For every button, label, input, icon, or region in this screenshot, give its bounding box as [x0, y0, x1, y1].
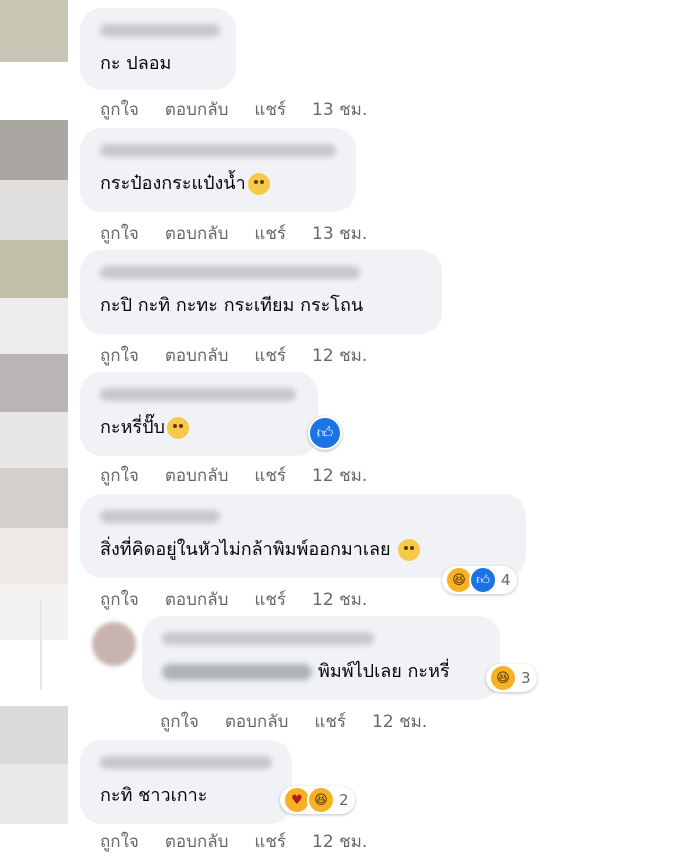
- avatar[interactable]: [0, 584, 68, 640]
- reply-link[interactable]: ตอบกลับ: [165, 346, 229, 366]
- reply-actions: ถูกใจ ตอบกลับ แชร์ 12 ชม.: [160, 708, 427, 735]
- avatar[interactable]: [0, 528, 68, 584]
- reply-link[interactable]: ตอบกลับ: [165, 590, 229, 610]
- comment-actions: ถูกใจ ตอบกลับ แชร์ 12 ชม.: [100, 342, 367, 369]
- avatar[interactable]: [0, 0, 68, 62]
- haha-icon: 😆︎: [307, 786, 335, 814]
- avatar[interactable]: [0, 412, 68, 468]
- reply-link[interactable]: ตอบกลับ: [165, 466, 229, 486]
- comment-actions: ถูกใจ ตอบกลับ แชร์ 13 ชม.: [100, 220, 367, 247]
- comment-bubble: กะ ปลอม: [80, 8, 236, 90]
- share-link[interactable]: แชร์: [254, 100, 286, 120]
- like-reaction-badge[interactable]: 👍︎: [308, 416, 342, 450]
- comment-text-content: กะหรี่ปั๊บ: [100, 417, 165, 438]
- comment-actions: ถูกใจ ตอบกลับ แชร์ 12 ชม.: [100, 828, 367, 855]
- share-link[interactable]: แชร์: [254, 466, 286, 486]
- comment-text: กะทิ ชาวเกาะ: [100, 785, 208, 806]
- comment-bubble: กะทิ ชาวเกาะ: [80, 740, 292, 824]
- avatar[interactable]: [92, 622, 136, 666]
- timestamp[interactable]: 12 ชม.: [312, 346, 367, 366]
- reply-link[interactable]: ตอบกลับ: [165, 100, 229, 120]
- comment-text: กะปิ กะทิ กะทะ กระเทียม กระโถน: [100, 295, 364, 316]
- tired-face-emoji: [247, 173, 270, 195]
- comment-bubble: กระป๋องกระแป๋งน้ำ: [80, 128, 356, 212]
- reaction-summary[interactable]: ♥︎ 😆︎ 2: [280, 786, 355, 814]
- commenter-name[interactable]: [100, 144, 336, 157]
- share-link[interactable]: แชร์: [254, 832, 286, 852]
- like-link[interactable]: ถูกใจ: [100, 590, 139, 610]
- haha-icon: 😆︎: [489, 664, 517, 692]
- commenter-name[interactable]: [162, 632, 374, 645]
- reply-bubble: พิมพ์ไปเลย กะหรี่: [142, 616, 500, 700]
- reaction-summary[interactable]: 😆︎ 3: [486, 664, 537, 692]
- commenter-name[interactable]: [100, 266, 360, 279]
- share-link[interactable]: แชร์: [254, 224, 286, 244]
- reaction-summary[interactable]: 😆︎ 👍︎ 4: [442, 566, 517, 594]
- comment-text: กะหรี่ปั๊บ: [100, 412, 189, 441]
- commenter-name[interactable]: [100, 388, 296, 401]
- reply-link[interactable]: ตอบกลับ: [225, 712, 289, 732]
- reaction-count: 3: [521, 669, 531, 687]
- comment-actions: ถูกใจ ตอบกลับ แชร์ 12 ชม.: [100, 586, 367, 613]
- comment-text-content: กระป๋องกระแป๋งน้ำ: [100, 173, 246, 194]
- commenter-name[interactable]: [100, 756, 272, 769]
- avatar[interactable]: [0, 298, 68, 354]
- comment-bubble: กะปิ กะทิ กะทะ กระเทียม กระโถน: [80, 250, 442, 334]
- rolling-laugh-emoji: [166, 417, 189, 439]
- comment-text: พิมพ์ไปเลย กะหรี่: [162, 656, 450, 685]
- timestamp[interactable]: 12 ชม.: [312, 832, 367, 852]
- commenter-name[interactable]: [100, 24, 220, 37]
- timestamp[interactable]: 13 ชม.: [312, 224, 367, 244]
- comment-text: สิ่งที่คิดอยู่ในหัวไม่กล้าพิมพ์ออกมาเลย: [100, 534, 421, 563]
- comment-actions: ถูกใจ ตอบกลับ แชร์ 13 ชม.: [100, 96, 367, 123]
- share-link[interactable]: แชร์: [314, 712, 346, 732]
- comment-bubble: กะหรี่ปั๊บ: [80, 372, 318, 456]
- timestamp[interactable]: 12 ชม.: [312, 590, 367, 610]
- reaction-count: 4: [501, 571, 511, 589]
- reply-link[interactable]: ตอบกลับ: [165, 832, 229, 852]
- timestamp[interactable]: 12 ชม.: [312, 466, 367, 486]
- commenter-name[interactable]: [100, 510, 220, 523]
- avatar[interactable]: [0, 180, 68, 240]
- like-link[interactable]: ถูกใจ: [100, 100, 139, 120]
- timestamp[interactable]: 12 ชม.: [372, 712, 427, 732]
- comment-text: กระป๋องกระแป๋งน้ำ: [100, 168, 270, 197]
- avatar[interactable]: [0, 120, 68, 180]
- mention-tag[interactable]: [162, 664, 312, 680]
- like-link[interactable]: ถูกใจ: [100, 832, 139, 852]
- comment-text-content: พิมพ์ไปเลย กะหรี่: [318, 661, 450, 682]
- like-link[interactable]: ถูกใจ: [160, 712, 199, 732]
- avatar[interactable]: [0, 764, 68, 824]
- avatar[interactable]: [0, 240, 68, 298]
- comment-text: กะ ปลอม: [100, 53, 172, 74]
- comment-actions: ถูกใจ ตอบกลับ แชร์ 12 ชม.: [100, 462, 367, 489]
- share-link[interactable]: แชร์: [254, 590, 286, 610]
- avatar[interactable]: [0, 706, 68, 764]
- thumbs-up-icon: 👍︎: [316, 423, 334, 442]
- like-link[interactable]: ถูกใจ: [100, 466, 139, 486]
- share-link[interactable]: แชร์: [254, 346, 286, 366]
- comment-text-content: สิ่งที่คิดอยู่ในหัวไม่กล้าพิมพ์ออกมาเลย: [100, 539, 391, 560]
- avatar[interactable]: [0, 354, 68, 412]
- thread-line: [40, 600, 42, 690]
- like-link[interactable]: ถูกใจ: [100, 346, 139, 366]
- avatar[interactable]: [0, 468, 68, 528]
- sweat-smile-emoji: [398, 539, 421, 561]
- reaction-count: 2: [339, 791, 349, 809]
- reply-link[interactable]: ตอบกลับ: [165, 224, 229, 244]
- like-icon: 👍︎: [469, 566, 497, 594]
- timestamp[interactable]: 13 ชม.: [312, 100, 367, 120]
- like-link[interactable]: ถูกใจ: [100, 224, 139, 244]
